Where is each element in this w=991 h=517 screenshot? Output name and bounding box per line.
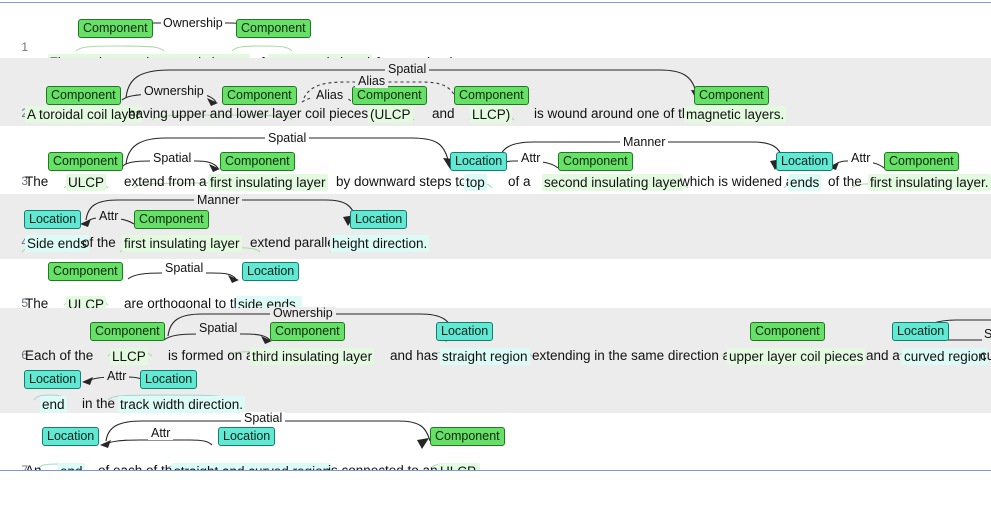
entity-tag-component[interactable]: Component [222, 86, 297, 105]
relation-label-attr[interactable]: Attr [848, 152, 874, 165]
entity-span-location[interactable]: end [40, 396, 67, 413]
annotation-row[interactable]: 7 Location Location Component Attr Spati… [0, 412, 991, 471]
relation-label-ownership[interactable]: Ownership [141, 85, 207, 98]
plain-text: is formed on a [168, 348, 254, 363]
entity-span-component[interactable]: LLCP) [470, 106, 513, 123]
entity-tag-location[interactable]: Location [218, 427, 276, 446]
entity-span-component[interactable]: ULCP [66, 174, 107, 191]
entity-tag-location[interactable]: Location [450, 152, 508, 171]
relation-label-spatial[interactable]: Spatial [150, 152, 195, 165]
entity-tag-component[interactable]: Component [48, 262, 123, 281]
entity-span-location[interactable]: track width direction. [118, 396, 246, 413]
entity-span-location[interactable]: end [58, 463, 85, 470]
entity-tag-component[interactable]: Component [750, 322, 825, 341]
plain-text: having upper and lower layer coil pieces [128, 106, 369, 121]
plain-text: of the [82, 235, 116, 250]
annotation-viewer[interactable]: 1 Component Component Ownership First an… [0, 2, 991, 471]
entity-span-location[interactable]: straight and curved region [172, 463, 333, 470]
relation-label-attr[interactable]: Attr [104, 370, 130, 383]
plain-text: and [432, 106, 455, 121]
relation-label-ownership[interactable]: Ownership [270, 307, 336, 320]
plain-text: is connected to an [328, 463, 438, 471]
plain-text: extend from a [124, 174, 207, 189]
entity-span-location[interactable]: height direction. [330, 235, 430, 252]
entity-tag-component[interactable]: Component [430, 427, 505, 446]
plain-text: which is widened at [680, 174, 798, 189]
plain-text: curve [980, 348, 991, 363]
entity-span-component[interactable]: first insulating layer [122, 235, 242, 252]
entity-span-component[interactable]: A toroidal coil layer [25, 106, 143, 123]
relation-label-spatial[interactable]: Spatial [162, 262, 207, 275]
entity-span-component[interactable]: magnetic layers. [684, 106, 787, 123]
relation-label-spatial[interactable]: S [982, 328, 991, 341]
entity-tag-location[interactable]: Location [776, 152, 834, 171]
entity-tag-location[interactable]: Location [242, 262, 300, 281]
plain-text: of the [828, 174, 862, 189]
entity-tag-component[interactable]: Component [90, 322, 165, 341]
relation-label-manner[interactable]: Manner [620, 136, 669, 149]
entity-span-location[interactable]: top [464, 174, 487, 191]
entity-tag-location[interactable]: Location [24, 370, 82, 389]
entity-span-component[interactable]: first insulating layer. [868, 174, 991, 191]
annotation-row[interactable]: 4 Location Component Location Attr Manne… [0, 194, 991, 259]
plain-text: of a [508, 174, 531, 189]
relation-label-spatial[interactable]: Spatial [241, 412, 286, 425]
relation-label-alias[interactable]: Alias [313, 89, 347, 102]
relation-label-spatial[interactable]: Spatial [196, 322, 241, 335]
entity-span-component[interactable]: LLCP [110, 348, 148, 365]
entity-tag-component[interactable]: Component [46, 86, 121, 105]
entity-tag-location[interactable]: Location [42, 427, 100, 446]
entity-span-component[interactable]: ULCP. [438, 463, 481, 470]
plain-text: An [25, 463, 42, 471]
entity-span-location[interactable]: curved region [902, 348, 988, 365]
relation-label-manner[interactable]: Manner [194, 194, 243, 207]
entity-tag-component[interactable]: Component [78, 19, 153, 38]
plain-text: extending in the same direction as the [532, 348, 760, 363]
entity-span-location[interactable]: straight region [440, 348, 530, 365]
annotation-row[interactable]: 1 Component Component Ownership First an… [0, 3, 991, 71]
entity-tag-component[interactable]: Component [48, 152, 123, 171]
annotation-row[interactable]: 3 Component Component Location Component… [0, 126, 991, 194]
plain-text: is wound around one of the [534, 106, 697, 121]
entity-tag-component[interactable]: Component [694, 86, 769, 105]
entity-tag-component[interactable]: Component [884, 152, 959, 171]
annotation-row[interactable]: 2 Component Component Component Componen… [0, 58, 991, 126]
entity-tag-component[interactable]: Component [134, 210, 209, 229]
entity-tag-location[interactable]: Location [140, 370, 198, 389]
relation-label-attr[interactable]: Attr [148, 427, 174, 440]
relation-label-spatial[interactable]: Spatial [265, 132, 310, 145]
relation-label-spatial[interactable]: Spatial [385, 63, 430, 76]
entity-span-component[interactable]: upper layer coil pieces [727, 348, 866, 365]
relation-label-attr[interactable]: Attr [518, 152, 544, 165]
entity-span-location[interactable]: Side ends [25, 235, 90, 252]
entity-span-location[interactable]: ends [788, 174, 822, 191]
entity-span-component[interactable]: second insulating layer [542, 174, 684, 191]
plain-text: The [25, 174, 49, 189]
entity-tag-component[interactable]: Component [236, 19, 311, 38]
plain-text: in the [82, 396, 116, 411]
plain-text: and a [866, 348, 900, 363]
entity-tag-component[interactable]: Component [454, 86, 529, 105]
plain-text: of each of the [98, 463, 180, 471]
entity-tag-location[interactable]: Location [350, 210, 408, 229]
plain-text: by downward steps to a [336, 174, 478, 189]
entity-span-component[interactable]: third insulating layer [250, 348, 375, 365]
entity-tag-component[interactable]: Component [558, 152, 633, 171]
entity-tag-location[interactable]: Location [892, 322, 950, 341]
annotation-row[interactable]: 5 Component Location Spatial The ULCP ar… [0, 259, 991, 313]
entity-tag-component[interactable]: Component [270, 322, 345, 341]
entity-tag-location[interactable]: Location [436, 322, 494, 341]
relation-label-attr[interactable]: Attr [96, 210, 122, 223]
annotation-row[interactable]: 6 Component Component Location Component… [0, 307, 991, 413]
relation-label-ownership[interactable]: Ownership [161, 17, 225, 30]
relation-label-alias[interactable]: Alias [355, 75, 389, 88]
entity-tag-component[interactable]: Component [352, 86, 427, 105]
entity-tag-location[interactable]: Location [24, 210, 82, 229]
entity-span-component[interactable]: first insulating layer [208, 174, 328, 191]
entity-span-component[interactable]: (ULCP [368, 106, 413, 123]
entity-tag-component[interactable]: Component [220, 152, 295, 171]
plain-text: Each of the [25, 348, 94, 363]
